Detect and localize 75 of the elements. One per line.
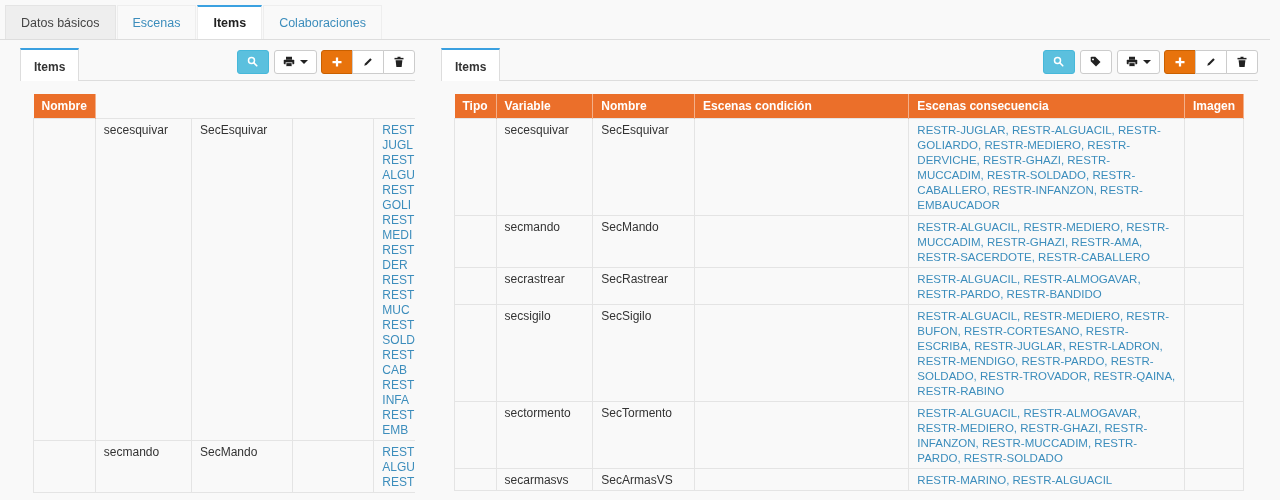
table-cell: secesquivar: [103, 123, 168, 137]
scene-link[interactable]: REST: [382, 213, 415, 228]
scene-link[interactable]: REST: [382, 273, 415, 288]
scene-link[interactable]: INFA: [382, 393, 415, 408]
tab[interactable]: Datos básicos: [5, 5, 116, 39]
scene-link[interactable]: REST: [382, 183, 415, 198]
table-cell: secesquivar: [504, 123, 569, 137]
add-button[interactable]: [1164, 50, 1196, 74]
table-cell: SecMando: [199, 445, 258, 459]
column-header: Escenas consecuencia: [908, 94, 1185, 119]
delete-button[interactable]: [383, 50, 415, 74]
scene-link[interactable]: ALGU: [382, 460, 415, 475]
edit-icon: [1205, 56, 1217, 68]
table-cell: SecSigilo: [601, 309, 652, 323]
scene-link[interactable]: DER: [382, 258, 415, 273]
print-dropdown-button[interactable]: [274, 50, 317, 74]
scene-link[interactable]: REST: [382, 123, 415, 138]
add-icon: [1174, 56, 1186, 68]
table-cell: SecTormento: [601, 406, 673, 420]
scene-link[interactable]: REST: [382, 475, 415, 490]
caret-icon: [1143, 60, 1151, 64]
column-header: Imagen: [1184, 94, 1244, 119]
edit-button[interactable]: [1195, 50, 1227, 74]
add-icon: [331, 56, 343, 68]
add-button[interactable]: [321, 50, 353, 74]
edit-icon: [362, 56, 374, 68]
tab[interactable]: Colaboraciones: [263, 5, 382, 39]
scene-link[interactable]: REST: [382, 378, 415, 393]
scene-link[interactable]: GOLI: [382, 198, 415, 213]
caret-icon: [300, 60, 308, 64]
column-header: Nombre: [592, 94, 695, 119]
scene-link[interactable]: REST: [382, 153, 415, 168]
table-cell: SecArmasVS: [601, 473, 673, 487]
table-cell: sectormento: [504, 406, 571, 420]
table-cell: secmando: [504, 220, 560, 234]
tag-icon: [1090, 56, 1102, 68]
table-cell: secsigilo: [504, 309, 551, 323]
scene-link[interactable]: JUGL: [382, 138, 415, 153]
table-cell: secmando: [103, 445, 160, 459]
scene-link[interactable]: SOLD: [382, 333, 415, 348]
table-cell: SecMando: [601, 220, 659, 234]
tab[interactable]: Items: [197, 5, 263, 39]
scene-link[interactable]: REST: [382, 243, 415, 258]
scene-link[interactable]: REST: [382, 348, 415, 363]
search-icon: [247, 56, 259, 68]
column-header: Variable: [496, 94, 593, 119]
scene-link[interactable]: MUC: [382, 303, 415, 318]
panel-tab[interactable]: Items: [441, 48, 501, 81]
column-header: Nombre: [33, 94, 96, 119]
table-cell: SecEsquivar: [199, 123, 268, 137]
scene-link[interactable]: ALGU: [382, 168, 415, 183]
table-cell: SecEsquivar: [601, 123, 669, 137]
print-dropdown-button[interactable]: [1117, 50, 1160, 74]
table-cell: secarmasvs: [504, 473, 569, 487]
edit-button[interactable]: [352, 50, 384, 74]
scene-link[interactable]: MEDI: [382, 228, 415, 243]
table-cell: SecRastrear: [601, 272, 669, 286]
tag-button[interactable]: [1080, 50, 1112, 74]
search-icon: [1053, 56, 1065, 68]
scene-link[interactable]: REST: [382, 445, 415, 460]
delete-icon: [393, 56, 405, 68]
column-header: Tipo: [454, 94, 497, 119]
scene-link[interactable]: CAB: [382, 363, 415, 378]
scene-link[interactable]: REST: [382, 408, 415, 423]
scene-link[interactable]: EMB: [382, 423, 415, 438]
table-cell: secrastrear: [504, 272, 565, 286]
tab[interactable]: Escenas: [116, 5, 197, 39]
printer-icon: [283, 56, 295, 68]
printer-icon: [1126, 56, 1138, 68]
delete-button[interactable]: [1226, 50, 1258, 74]
scene-link[interactable]: REST: [382, 288, 415, 303]
panel-tab[interactable]: Items: [20, 48, 80, 81]
delete-icon: [1236, 56, 1248, 68]
column-header: Escenas condición: [694, 94, 909, 119]
scene-link[interactable]: REST: [382, 318, 415, 333]
